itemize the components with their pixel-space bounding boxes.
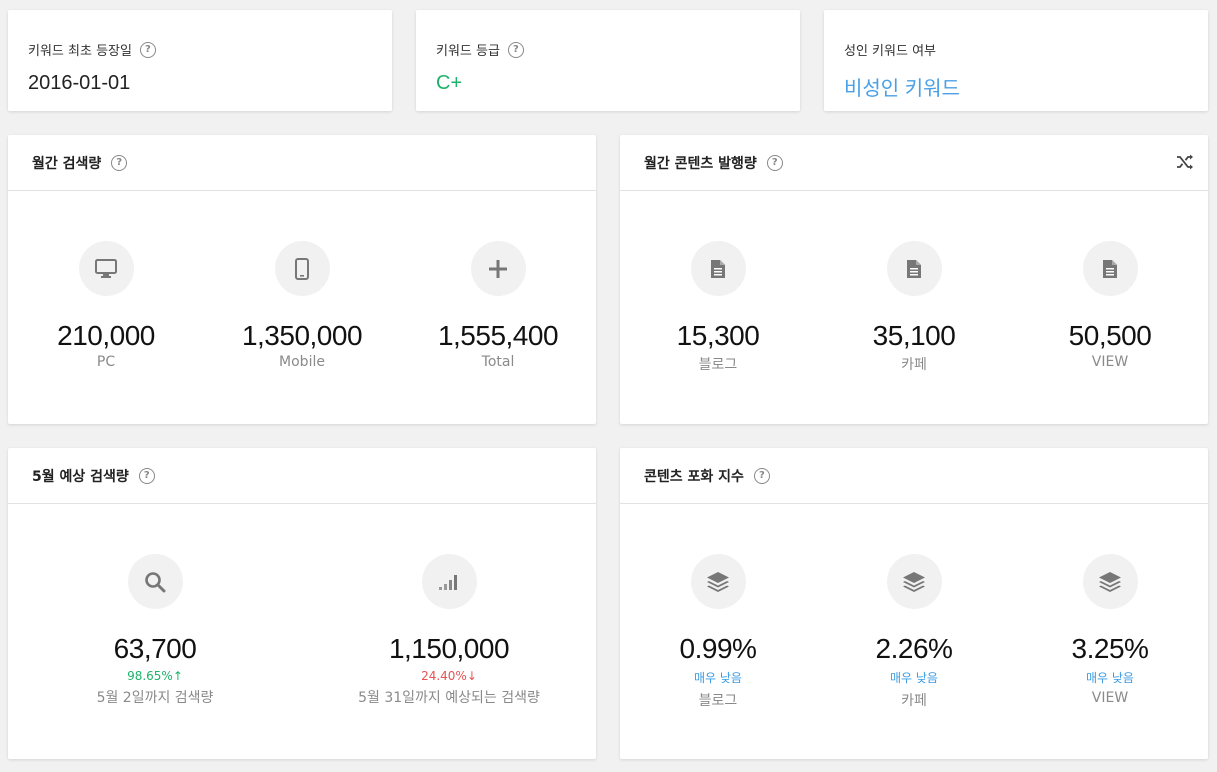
first-appearance-value: 2016-01-01 xyxy=(28,72,131,94)
stat-label: Total xyxy=(481,354,515,370)
help-icon[interactable]: ? xyxy=(766,154,783,171)
search-icon xyxy=(127,554,183,609)
stat-value: 210,000 xyxy=(57,320,155,351)
stat-value: 1,555,400 xyxy=(437,320,559,351)
stat-label: Mobile xyxy=(279,354,325,370)
stat-total: 1,555,400 Total xyxy=(400,241,596,370)
change-rate-up: 98.65%↑ xyxy=(127,669,183,683)
mobile-icon xyxy=(274,241,330,296)
document-icon xyxy=(1082,241,1138,296)
adult-keyword-card: 성인 키워드 여부 비성인 키워드 xyxy=(824,10,1208,111)
stat-label: 카페 xyxy=(901,357,927,373)
keyword-grade-label: 키워드 등급 xyxy=(436,44,500,59)
monthly-content-panel: 월간 콘텐츠 발행량 ? 15,300 블로그 35,100 카페 50,500… xyxy=(620,135,1208,424)
stat-current-search: 63,700 98.65%↑ 5월 2일까지 검색량 xyxy=(57,554,253,707)
stat-label: 카페 xyxy=(901,693,927,709)
saturation-level: 매우 낮음 xyxy=(1086,671,1134,685)
saturation-level: 매우 낮음 xyxy=(890,671,938,685)
stat-label: 블로그 xyxy=(698,357,738,373)
stat-value: 0.99% xyxy=(679,633,757,664)
monitor-icon xyxy=(78,241,134,296)
stat-blog: 15,300 블로그 xyxy=(620,241,816,374)
keyword-grade-value: C+ xyxy=(436,72,463,94)
change-rate-down: 24.40%↓ xyxy=(421,669,477,683)
saturation-panel: 콘텐츠 포화 지수 ? 0.99% 매우 낮음 블로그 2.26% 매우 낮음 … xyxy=(620,448,1208,759)
adult-keyword-label: 성인 키워드 여부 xyxy=(844,44,936,59)
help-icon[interactable]: ? xyxy=(753,467,770,484)
stat-saturation-cafe: 2.26% 매우 낮음 카페 xyxy=(816,554,1012,710)
stat-label: VIEW xyxy=(1091,690,1129,706)
stat-value: 35,100 xyxy=(872,320,956,351)
panel-header: 월간 검색량 ? xyxy=(8,135,596,191)
stat-value: 2.26% xyxy=(875,633,953,664)
monthly-search-panel: 월간 검색량 ? 210,000 PC 1,350,000 Mobile 1,5… xyxy=(8,135,596,424)
stat-pc: 210,000 PC xyxy=(8,241,204,370)
stat-label: 5월 2일까지 검색량 xyxy=(96,690,214,706)
stat-view: 50,500 VIEW xyxy=(1012,241,1208,370)
first-appearance-card: 키워드 최초 등장일 ? 2016-01-01 xyxy=(8,10,392,111)
layers-icon xyxy=(1082,554,1138,609)
stat-saturation-blog: 0.99% 매우 낮음 블로그 xyxy=(620,554,816,710)
panel-title: 콘텐츠 포화 지수 xyxy=(644,468,744,485)
help-icon[interactable]: ? xyxy=(138,467,155,484)
stat-saturation-view: 3.25% 매우 낮음 VIEW xyxy=(1012,554,1208,706)
panel-header: 월간 콘텐츠 발행량 ? xyxy=(620,135,1208,191)
stat-label: PC xyxy=(96,354,116,370)
help-icon[interactable]: ? xyxy=(111,154,128,171)
stat-label: VIEW xyxy=(1091,354,1129,370)
signal-icon xyxy=(421,554,477,609)
arrow-up-icon: ↑ xyxy=(172,669,183,683)
stat-label: 블로그 xyxy=(698,693,738,709)
stat-label: 5월 31일까지 예상되는 검색량 xyxy=(358,690,540,706)
stat-forecast-search: 1,150,000 24.40%↓ 5월 31일까지 예상되는 검색량 xyxy=(338,554,560,707)
layers-icon xyxy=(886,554,942,609)
help-icon[interactable]: ? xyxy=(507,41,524,58)
panel-title: 월간 콘텐츠 발행량 xyxy=(644,155,757,172)
help-icon[interactable]: ? xyxy=(139,41,156,58)
layers-icon xyxy=(690,554,746,609)
document-icon xyxy=(886,241,942,296)
panel-title: 5월 예상 검색량 xyxy=(32,468,129,485)
saturation-level: 매우 낮음 xyxy=(694,671,742,685)
arrow-down-icon: ↓ xyxy=(466,669,477,683)
document-icon xyxy=(690,241,746,296)
panel-header: 5월 예상 검색량 ? xyxy=(8,448,596,504)
panel-title: 월간 검색량 xyxy=(32,155,102,172)
shuffle-icon[interactable] xyxy=(1176,153,1194,171)
stat-value: 50,500 xyxy=(1068,320,1152,351)
stat-cafe: 35,100 카페 xyxy=(816,241,1012,374)
stat-value: 1,150,000 xyxy=(388,633,510,664)
stat-value: 15,300 xyxy=(676,320,760,351)
stat-mobile: 1,350,000 Mobile xyxy=(204,241,400,370)
forecast-search-panel: 5월 예상 검색량 ? 63,700 98.65%↑ 5월 2일까지 검색량 1… xyxy=(8,448,596,759)
stat-value: 1,350,000 xyxy=(241,320,363,351)
panel-header: 콘텐츠 포화 지수 ? xyxy=(620,448,1208,504)
stat-value: 3.25% xyxy=(1071,633,1149,664)
plus-icon xyxy=(470,241,526,296)
first-appearance-label: 키워드 최초 등장일 xyxy=(28,44,132,59)
keyword-grade-card: 키워드 등급 ? C+ xyxy=(416,10,800,111)
stat-value: 63,700 xyxy=(113,633,197,664)
adult-keyword-value: 비성인 키워드 xyxy=(844,78,960,100)
